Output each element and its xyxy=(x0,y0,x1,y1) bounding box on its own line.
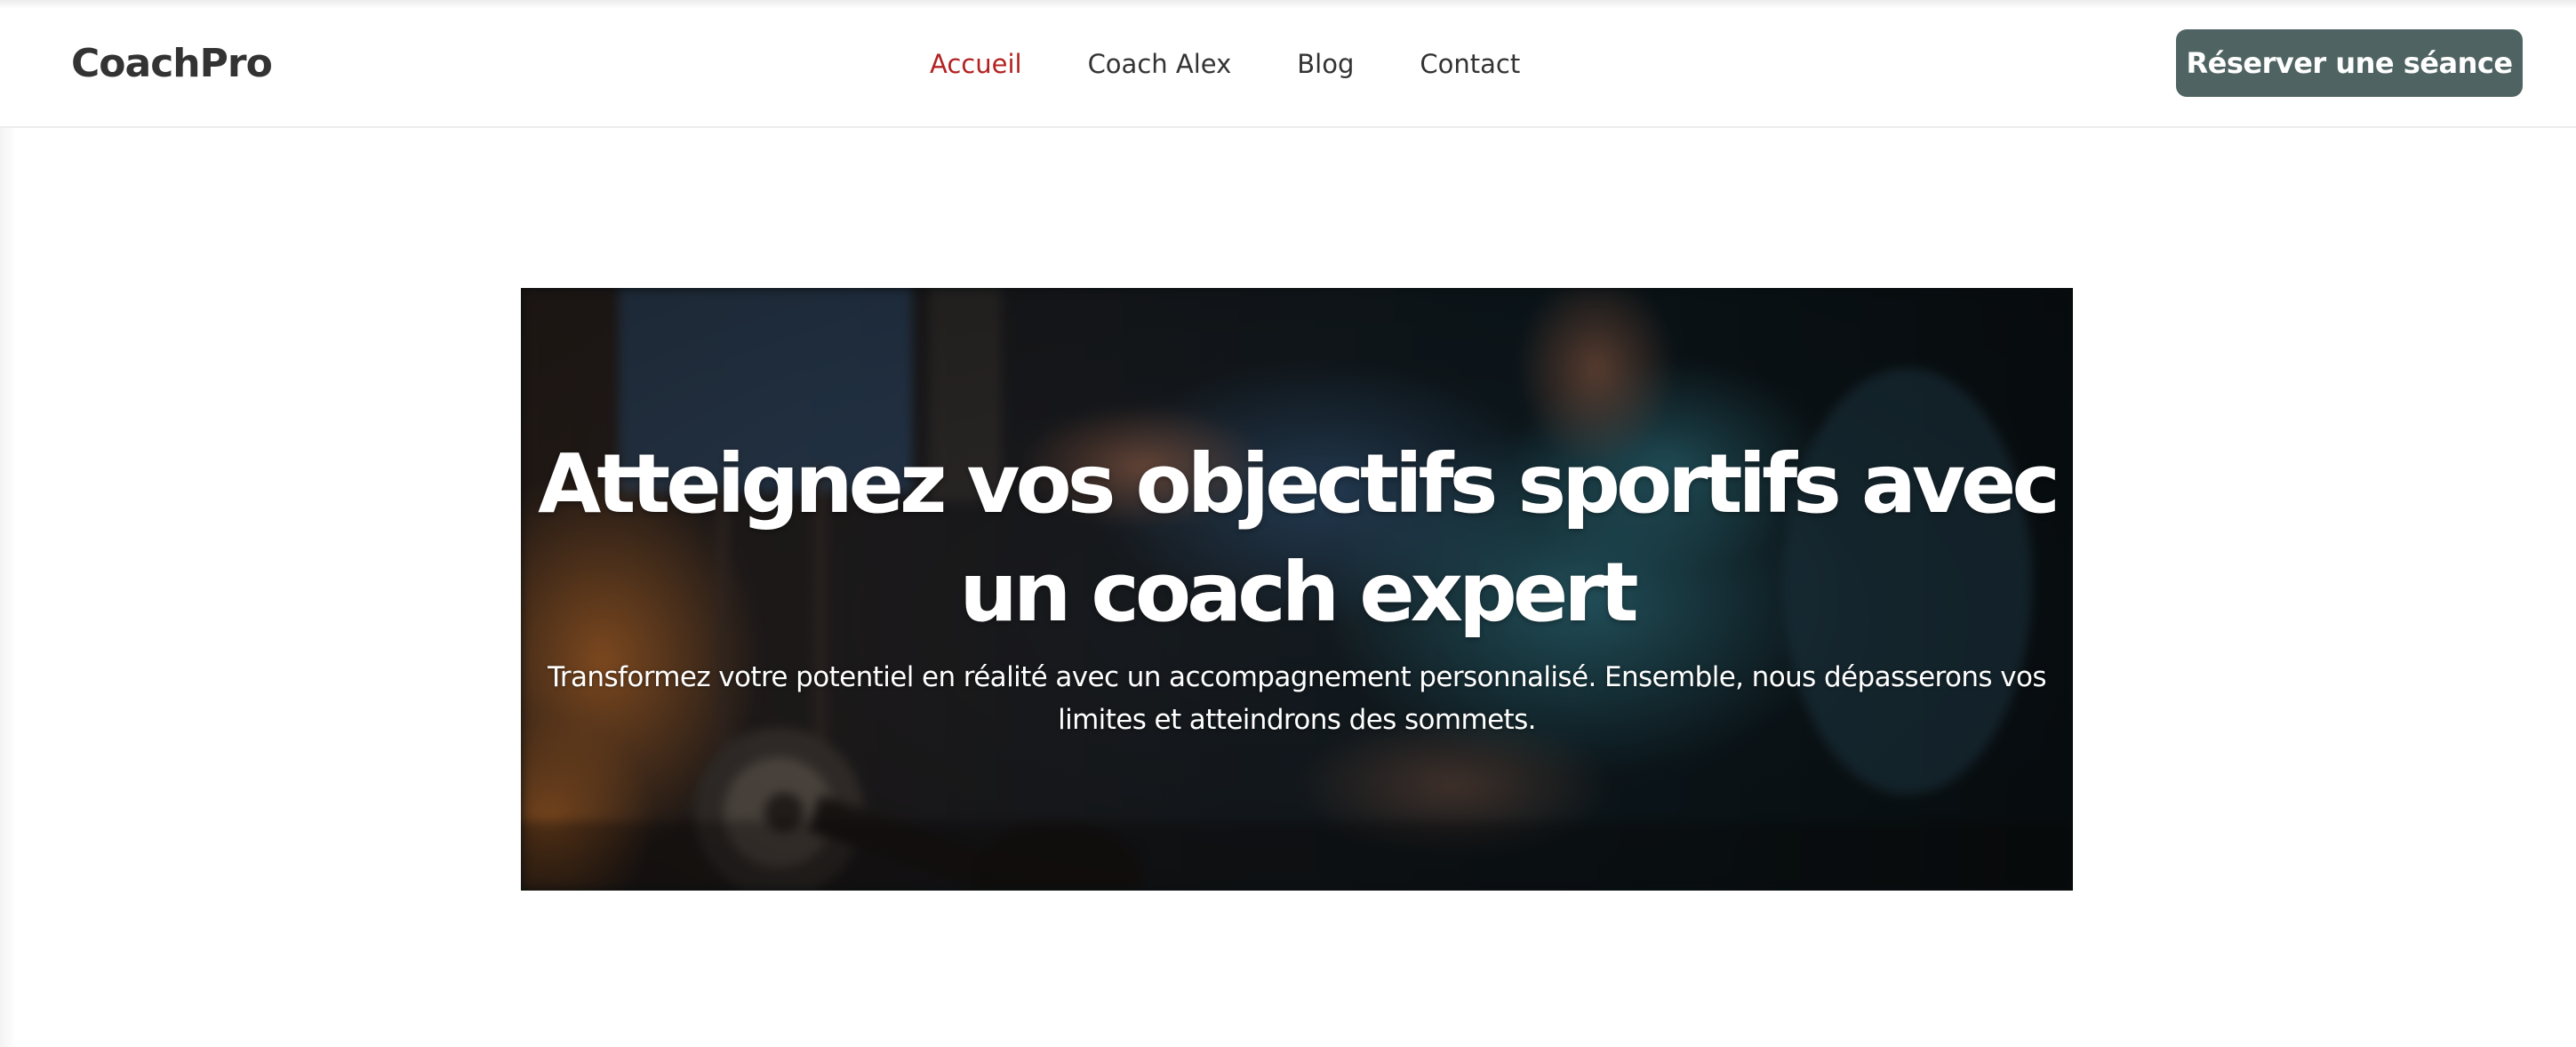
book-session-button[interactable]: Réserver une séance xyxy=(2176,29,2523,97)
nav-item-blog[interactable]: Blog xyxy=(1297,39,1354,89)
nav-item-coach-alex[interactable]: Coach Alex xyxy=(1088,39,1232,89)
hero-banner: Atteignez vos objectifs sportifs avec un… xyxy=(521,288,2073,891)
hero-title: Atteignez vos objectifs sportifs avec un… xyxy=(538,436,2060,640)
main-nav: Accueil Coach Alex Blog Contact xyxy=(930,39,1520,89)
nav-item-accueil[interactable]: Accueil xyxy=(930,39,1022,89)
hero-content: Atteignez vos objectifs sportifs avec un… xyxy=(521,430,2073,741)
nav-item-contact[interactable]: Contact xyxy=(1420,39,1520,89)
page: CoachPro Accueil Coach Alex Blog Contact… xyxy=(0,0,2576,1047)
left-edge-shadow xyxy=(0,128,16,1047)
site-logo[interactable]: CoachPro xyxy=(71,36,273,92)
hero-subtitle: Transformez votre potentiel en réalité a… xyxy=(548,661,2046,736)
site-header: CoachPro Accueil Coach Alex Blog Contact… xyxy=(0,0,2576,128)
